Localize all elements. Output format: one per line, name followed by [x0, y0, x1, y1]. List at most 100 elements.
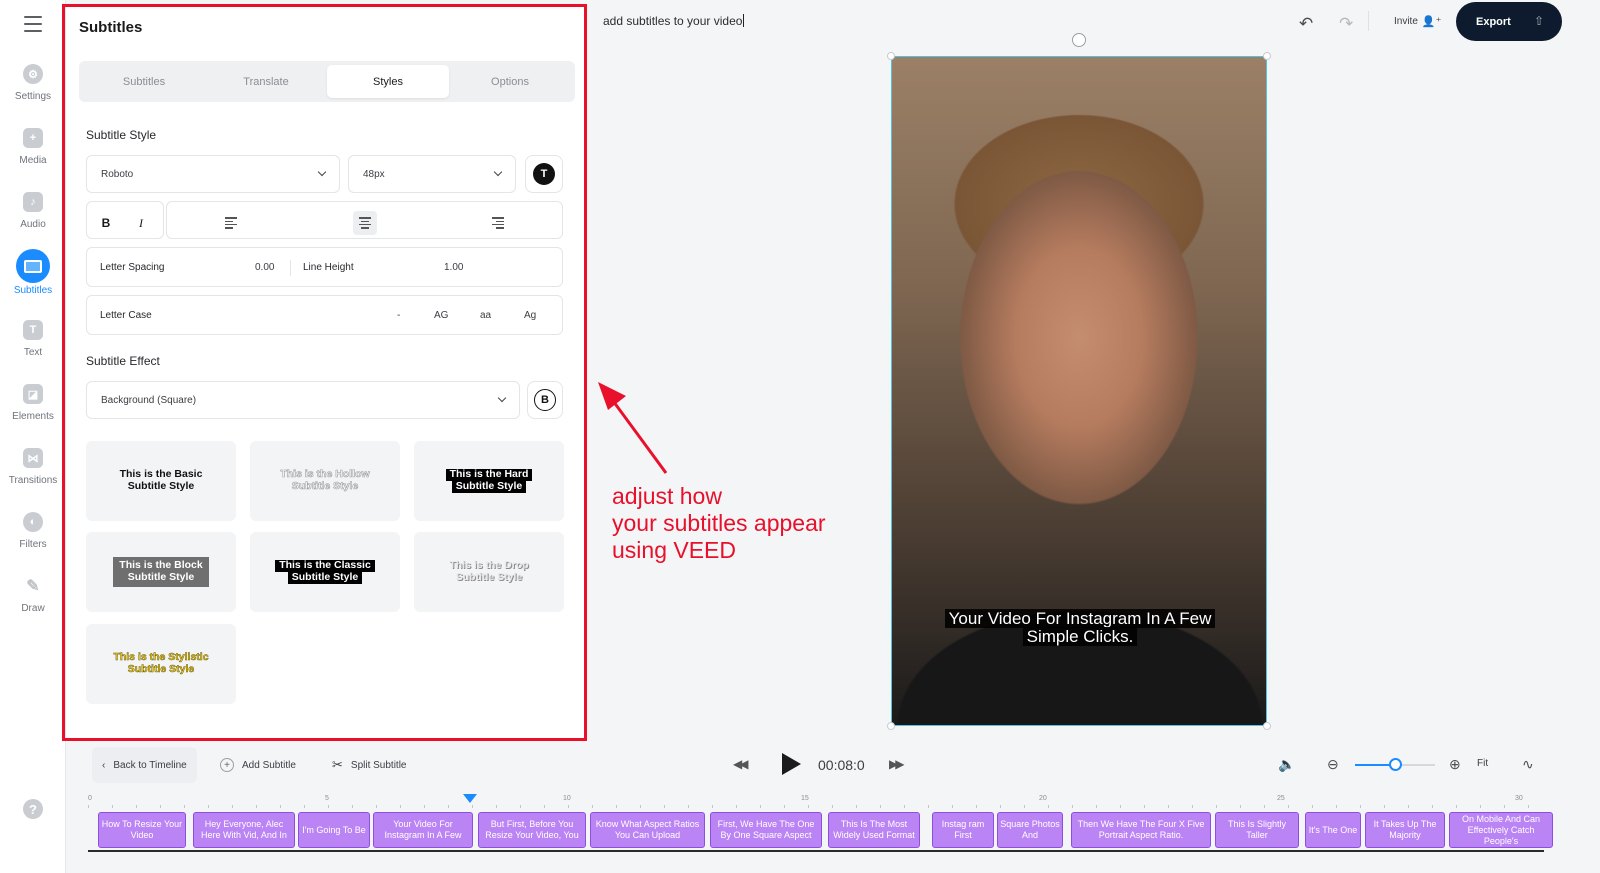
style-preview: This is the Classic Subtitle Style	[270, 560, 380, 584]
video-preview[interactable]: Your Video For Instagram In A Few Simple …	[891, 56, 1267, 726]
text-color-icon: T	[533, 163, 555, 185]
timeline-ruler[interactable]: 0 5 10 15 20 25 30	[88, 795, 1529, 808]
line-height-input[interactable]: 1.00	[444, 262, 463, 273]
menu-icon[interactable]	[24, 16, 42, 32]
style-card-hollow[interactable]: This is the Hollow Subtitle Style	[250, 441, 400, 521]
style-preview: This is the Drop Subtitle Style	[449, 559, 529, 583]
style-card-classic[interactable]: This is the Classic Subtitle Style	[250, 532, 400, 612]
tab-options[interactable]: Options	[449, 65, 571, 98]
tick-mark	[1072, 805, 1073, 808]
fit-button[interactable]: Fit	[1477, 758, 1488, 769]
volume-icon[interactable]: 🔈	[1278, 756, 1295, 773]
nav-settings[interactable]: ⚙ Settings	[0, 64, 66, 124]
panel-title: Subtitles	[79, 19, 143, 36]
font-select[interactable]: Roboto	[86, 155, 340, 193]
resize-handle[interactable]	[887, 52, 895, 60]
resize-handle[interactable]	[1263, 52, 1271, 60]
subtitle-clip[interactable]: This Is Slightly Taller	[1215, 812, 1299, 848]
subtitle-clip[interactable]: It's The One	[1305, 812, 1361, 848]
zoom-slider[interactable]	[1355, 758, 1435, 771]
align-center-icon[interactable]	[353, 211, 377, 235]
tick-mark	[640, 805, 641, 808]
tick-label: 10	[563, 795, 571, 802]
style-card-block[interactable]: This is the Block Subtitle Style	[86, 532, 236, 612]
style-card-drop[interactable]: This is the Drop Subtitle Style	[414, 532, 564, 612]
subtitle-clip[interactable]: But First, Before You Resize Your Video,…	[478, 812, 586, 848]
subtitle-clip[interactable]: Your Video For Instagram In A Few	[373, 812, 473, 848]
tick-mark	[664, 805, 665, 808]
tab-translate[interactable]: Translate	[205, 65, 327, 98]
align-right-icon[interactable]	[485, 211, 509, 235]
nav-elements[interactable]: ◪ Elements	[0, 384, 66, 444]
nav-media[interactable]: + Media	[0, 128, 66, 188]
resize-handle[interactable]	[887, 722, 895, 730]
tick-mark	[544, 805, 545, 808]
subtitle-clip[interactable]: Square Photos And	[997, 812, 1063, 848]
bold-button[interactable]: B	[95, 212, 117, 234]
nav-filters[interactable]: ◐ Filters	[0, 512, 66, 572]
tick-mark	[1432, 805, 1433, 808]
subtitle-clip[interactable]: Then We Have The Four X Five Portrait As…	[1071, 812, 1211, 848]
invite-button[interactable]: Invite 👤⁺	[1394, 15, 1441, 28]
waveform-icon[interactable]: ∿	[1522, 756, 1534, 773]
subtitles-icon	[16, 249, 50, 283]
tick-label: 30	[1515, 795, 1523, 802]
resize-handle[interactable]	[1263, 722, 1271, 730]
case-title-option[interactable]: Ag	[524, 310, 536, 321]
rotate-handle-icon[interactable]	[1072, 33, 1086, 47]
subtitle-clip[interactable]: How To Resize Your Video	[98, 812, 186, 848]
tab-styles[interactable]: Styles	[327, 65, 449, 98]
playhead[interactable]	[463, 794, 477, 803]
style-card-hard[interactable]: This is the Hard Subtitle Style	[414, 441, 564, 521]
zoom-in-icon[interactable]: ⊕	[1449, 756, 1461, 773]
subtitle-clip[interactable]: Hey Everyone, Alec Here With Vid, And In	[193, 812, 295, 848]
rewind-icon[interactable]: ◀◀	[733, 757, 749, 771]
letter-spacing-input[interactable]: 0.00	[255, 262, 274, 273]
subtitle-clip[interactable]: It Takes Up The Majority	[1365, 812, 1445, 848]
align-left-icon[interactable]	[220, 211, 244, 235]
zoom-slider-knob[interactable]	[1389, 758, 1402, 771]
tick-mark	[520, 805, 521, 808]
style-card-basic[interactable]: This is the Basic Subtitle Style	[86, 441, 236, 521]
effect-color-button[interactable]: B	[527, 381, 563, 419]
help-button[interactable]: ?	[23, 799, 43, 819]
effect-select[interactable]: Background (Square)	[86, 381, 520, 419]
subtitle-clip[interactable]: This Is The Most Widely Used Format	[828, 812, 920, 848]
project-name-input[interactable]: add subtitles to your video	[603, 14, 745, 28]
undo-icon[interactable]: ↶	[1299, 14, 1313, 34]
case-lower-option[interactable]: aa	[480, 310, 491, 321]
italic-button[interactable]: I	[130, 212, 152, 234]
style-card-stylistic[interactable]: This is the Stylistic Subtitle Style	[86, 624, 236, 704]
export-button[interactable]: Export ⇧	[1456, 2, 1562, 41]
panel-tabs: Subtitles Translate Styles Options	[79, 61, 575, 102]
zoom-out-icon[interactable]: ⊖	[1327, 756, 1339, 773]
case-none-option[interactable]: -	[397, 310, 400, 321]
add-subtitle-button[interactable]: + Add Subtitle	[210, 747, 306, 783]
back-to-timeline-button[interactable]: ‹ Back to Timeline	[92, 747, 197, 783]
tick-mark	[136, 805, 137, 808]
nav-draw[interactable]: ✎ Draw	[0, 576, 66, 636]
subtitle-clip[interactable]: I'm Going To Be	[298, 812, 370, 848]
subtitle-clip[interactable]: On Mobile And Can Effectively Catch Peop…	[1449, 812, 1553, 848]
nav-text[interactable]: T Text	[0, 320, 66, 380]
play-icon[interactable]	[782, 753, 801, 775]
plus-icon: +	[23, 128, 43, 148]
subtitle-caption[interactable]: Your Video For Instagram In A Few Simple …	[892, 609, 1266, 646]
gear-icon: ⚙	[23, 64, 43, 84]
tab-subtitles[interactable]: Subtitles	[83, 65, 205, 98]
chevron-down-icon	[317, 167, 327, 177]
split-subtitle-button[interactable]: ✂ Split Subtitle	[322, 747, 417, 783]
nav-transitions[interactable]: ⋈ Transitions	[0, 448, 66, 508]
subtitle-clip[interactable]: Instag ram First	[932, 812, 994, 848]
redo-icon[interactable]: ↷	[1339, 14, 1353, 34]
fast-forward-icon[interactable]: ▶▶	[889, 757, 905, 771]
case-upper-option[interactable]: AG	[434, 310, 448, 321]
tick-mark	[784, 805, 785, 808]
text-color-button[interactable]: T	[525, 155, 563, 193]
nav-audio[interactable]: ♪ Audio	[0, 192, 66, 252]
nav-subtitles[interactable]: Subtitles	[0, 249, 66, 316]
subtitle-clip[interactable]: Know What Aspect Ratios You Can Upload	[590, 812, 705, 848]
tick-mark	[1024, 805, 1025, 808]
subtitle-clip[interactable]: First, We Have The One By One Square Asp…	[710, 812, 822, 848]
font-size-select[interactable]: 48px	[348, 155, 516, 193]
